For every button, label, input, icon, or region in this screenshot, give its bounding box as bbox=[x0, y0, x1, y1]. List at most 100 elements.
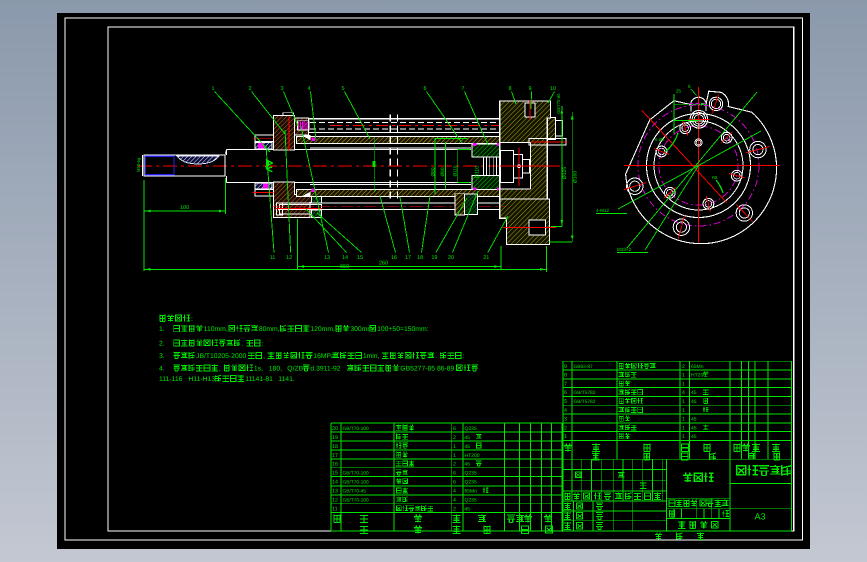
svg-text:180,: 180, bbox=[269, 366, 282, 373]
svg-text:1: 1 bbox=[682, 381, 685, 387]
svg-text:86-89: 86-89 bbox=[437, 366, 455, 373]
svg-text:d.3911-92: d.3911-92 bbox=[310, 366, 340, 373]
svg-text:2: 2 bbox=[564, 425, 567, 431]
svg-text:11141-81: 11141-81 bbox=[245, 376, 273, 383]
svg-text:45: 45 bbox=[691, 390, 697, 396]
svg-text:7: 7 bbox=[564, 381, 567, 387]
svg-text:45: 45 bbox=[465, 444, 471, 450]
svg-text:6: 6 bbox=[423, 86, 426, 92]
svg-text:19: 19 bbox=[431, 255, 437, 261]
svg-text:2.: 2. bbox=[159, 341, 165, 348]
svg-text:JB/T10205-2000: JB/T10205-2000 bbox=[196, 353, 246, 360]
svg-text:15: 15 bbox=[332, 471, 338, 477]
svg-text:GB/T5782: GB/T5782 bbox=[574, 390, 596, 396]
svg-text:GB/T70-100: GB/T70-100 bbox=[343, 498, 369, 504]
svg-text:80mm,: 80mm, bbox=[259, 326, 280, 333]
svg-text:1: 1 bbox=[682, 417, 685, 423]
svg-text:4: 4 bbox=[453, 489, 456, 495]
svg-text:12: 12 bbox=[332, 498, 338, 504]
svg-text:GB/T70-100: GB/T70-100 bbox=[343, 480, 369, 486]
svg-text:1: 1 bbox=[211, 86, 214, 92]
svg-text:6: 6 bbox=[688, 84, 691, 89]
svg-text:2: 2 bbox=[453, 435, 456, 441]
svg-text:GB/T70-100: GB/T70-100 bbox=[343, 426, 369, 432]
svg-text:20: 20 bbox=[332, 426, 338, 432]
svg-text:13: 13 bbox=[324, 255, 330, 261]
svg-text:8: 8 bbox=[564, 373, 567, 379]
svg-text:Ø110: Ø110 bbox=[475, 166, 481, 178]
svg-text:GB/T5782: GB/T5782 bbox=[574, 399, 596, 405]
svg-text:16: 16 bbox=[391, 255, 397, 261]
svg-text:A3: A3 bbox=[754, 512, 765, 522]
svg-text:Ø125: Ø125 bbox=[562, 167, 568, 179]
svg-text:Q235: Q235 bbox=[465, 471, 477, 477]
svg-text:120mm,: 120mm, bbox=[310, 326, 335, 333]
svg-text:M20-6g: M20-6g bbox=[136, 157, 141, 172]
svg-text:65Mn: 65Mn bbox=[465, 489, 478, 495]
svg-text:20: 20 bbox=[448, 255, 454, 261]
svg-text:14: 14 bbox=[342, 255, 348, 261]
svg-text:1141.: 1141. bbox=[278, 376, 295, 383]
svg-text:65Mn: 65Mn bbox=[691, 364, 704, 370]
svg-text:Q/ZB: Q/ZB bbox=[287, 366, 303, 373]
svg-text:4: 4 bbox=[307, 86, 310, 92]
svg-text:16: 16 bbox=[332, 462, 338, 468]
svg-text:21: 21 bbox=[483, 255, 489, 261]
svg-text:1s,: 1s, bbox=[254, 366, 263, 373]
svg-text:100+50=150mm:: 100+50=150mm: bbox=[377, 326, 429, 333]
svg-text:1: 1 bbox=[682, 373, 685, 379]
svg-text:.: . bbox=[242, 341, 244, 348]
svg-text:19: 19 bbox=[332, 435, 338, 441]
svg-text:,: , bbox=[263, 353, 265, 360]
svg-text:Ø90: Ø90 bbox=[440, 167, 446, 176]
svg-text:4: 4 bbox=[682, 390, 685, 396]
svg-text:1: 1 bbox=[682, 408, 685, 414]
svg-text:12: 12 bbox=[286, 255, 292, 261]
svg-text:6: 6 bbox=[453, 480, 456, 486]
svg-text:1: 1 bbox=[682, 399, 685, 405]
svg-text:45: 45 bbox=[691, 434, 697, 440]
svg-text:Ø110: Ø110 bbox=[452, 165, 457, 176]
svg-text:18: 18 bbox=[332, 444, 338, 450]
svg-text:Q235: Q235 bbox=[465, 498, 477, 504]
svg-text:10: 10 bbox=[550, 86, 556, 92]
svg-text:8: 8 bbox=[508, 86, 511, 92]
svg-text:13: 13 bbox=[332, 489, 338, 495]
svg-text::: : bbox=[191, 314, 193, 323]
svg-text:5: 5 bbox=[341, 86, 344, 92]
svg-text:GB/T70-45: GB/T70-45 bbox=[343, 489, 367, 495]
svg-text:Ø160: Ø160 bbox=[573, 171, 579, 183]
svg-text:1: 1 bbox=[682, 425, 685, 431]
svg-text:HT200: HT200 bbox=[465, 453, 480, 459]
svg-text:25: 25 bbox=[676, 89, 682, 94]
svg-text:H11-H13: H11-H13 bbox=[188, 376, 215, 383]
svg-text:4: 4 bbox=[564, 408, 567, 414]
svg-text:110mm,: 110mm, bbox=[204, 326, 228, 333]
svg-text:1: 1 bbox=[453, 444, 456, 450]
svg-text:45: 45 bbox=[691, 417, 697, 423]
svg-text:6: 6 bbox=[453, 471, 456, 477]
svg-text:17: 17 bbox=[405, 255, 411, 261]
svg-text:4-M12: 4-M12 bbox=[596, 208, 609, 213]
svg-text:9: 9 bbox=[564, 364, 567, 370]
svg-text:45: 45 bbox=[465, 507, 471, 513]
svg-text:14: 14 bbox=[332, 480, 338, 486]
svg-text:45: 45 bbox=[465, 435, 471, 441]
svg-text:Q235: Q235 bbox=[465, 426, 477, 432]
svg-text:17: 17 bbox=[332, 453, 338, 459]
svg-text:6: 6 bbox=[564, 390, 567, 396]
svg-text:GB/T70-100: GB/T70-100 bbox=[343, 471, 369, 477]
svg-text:1: 1 bbox=[564, 434, 567, 440]
svg-text:18: 18 bbox=[417, 255, 423, 261]
svg-text:1.: 1. bbox=[159, 326, 165, 333]
svg-text::: : bbox=[261, 341, 263, 348]
svg-text:650: 650 bbox=[340, 264, 349, 270]
svg-text:.: . bbox=[435, 353, 437, 360]
svg-text:45: 45 bbox=[691, 399, 697, 405]
svg-text:GB/T70-85: GB/T70-85 bbox=[556, 93, 561, 114]
svg-text:2: 2 bbox=[682, 364, 685, 370]
svg-text:2: 2 bbox=[453, 462, 456, 468]
svg-text:Q235: Q235 bbox=[465, 480, 477, 486]
svg-text:4: 4 bbox=[453, 498, 456, 504]
svg-text:GB5277-85: GB5277-85 bbox=[400, 366, 435, 373]
